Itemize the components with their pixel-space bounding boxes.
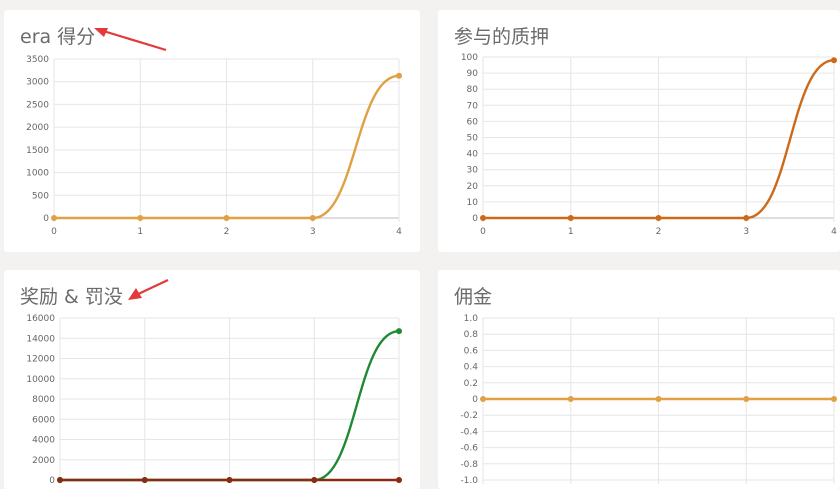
y-tick-label: 80 <box>467 85 479 95</box>
data-point <box>396 477 402 483</box>
chart-staked: 0 10 20 30 40 50 60 70 80 90 100 0 1 2 3 4 <box>461 53 837 237</box>
y-tick-label: 0 <box>43 214 49 224</box>
y-tick-label: 0.6 <box>464 346 479 356</box>
x-tick-label: 2 <box>656 227 662 237</box>
y-tick-label: 3000 <box>26 78 49 88</box>
data-point <box>396 72 402 79</box>
data-point <box>480 215 486 221</box>
x-tick-label: 3 <box>310 227 316 237</box>
y-tick-label: 1500 <box>26 146 49 156</box>
data-point <box>396 328 402 335</box>
y-tick-label: -0.6 <box>460 444 478 454</box>
data-point <box>137 215 144 221</box>
y-tick-label: 60 <box>467 117 479 127</box>
y-tick-label: 0 <box>472 214 478 224</box>
data-point <box>567 396 574 402</box>
y-tick-label: 0 <box>49 476 55 486</box>
data-point <box>743 396 750 402</box>
y-tick-label: 16000 <box>26 314 55 324</box>
y-tick-label: 50 <box>467 134 479 144</box>
y-tick-label: 30 <box>467 166 479 176</box>
y-tick-label: 12000 <box>26 355 55 365</box>
x-tick-label: 4 <box>396 227 402 237</box>
y-tick-label: 2000 <box>26 123 49 133</box>
x-tick-label: 1 <box>137 227 143 237</box>
chart-era-score: 0 500 1000 1500 2000 2500 3000 3500 0 1 2 3 4 <box>26 55 402 237</box>
y-tick-label: -0.2 <box>460 411 478 421</box>
y-tick-label: -0.4 <box>460 427 478 437</box>
y-tick-label: 20 <box>467 182 479 192</box>
data-point <box>743 215 750 221</box>
x-tick-label: 4 <box>831 227 837 237</box>
y-tick-label: 3500 <box>26 55 49 65</box>
y-tick-label: 0.4 <box>464 363 479 373</box>
data-point <box>311 477 318 483</box>
y-tick-label: -1.0 <box>460 476 478 486</box>
data-point <box>655 215 662 221</box>
y-tick-label: 70 <box>467 101 479 111</box>
x-tick-label: 1 <box>568 227 574 237</box>
x-tick-label: 0 <box>51 227 57 237</box>
x-tick-label: 2 <box>224 227 230 237</box>
y-tick-label: 100 <box>461 53 478 63</box>
data-point <box>831 57 837 64</box>
data-point <box>567 215 574 221</box>
y-tick-label: 10000 <box>26 375 55 385</box>
y-tick-label: 0.2 <box>464 379 478 389</box>
y-tick-label: 90 <box>467 69 479 79</box>
y-tick-label: 1000 <box>26 169 49 179</box>
y-tick-label: 500 <box>32 191 49 201</box>
panel-staked: 参与的质押 0 10 20 30 40 50 60 70 80 90 100 0 1 2 3 4 <box>438 10 840 252</box>
data-point <box>223 215 230 221</box>
data-point <box>831 396 837 402</box>
chart-commission: 1.0 0.8 0.6 0.4 0.2 0 -0.2 -0.4 -0.6 -0.8 -1.0 <box>460 314 837 486</box>
y-tick-label: 2500 <box>26 100 49 110</box>
y-tick-label: 0 <box>472 395 478 405</box>
y-tick-label: -0.8 <box>460 460 478 470</box>
data-point <box>226 477 233 483</box>
y-tick-label: 6000 <box>32 415 55 425</box>
panel-rewards-slashes: 奖励 & 罚没 0 2000 4000 6000 8000 10000 12000 14000… <box>4 270 420 489</box>
data-point <box>141 477 148 483</box>
panel-era-score: era 得分 0 500 1000 1500 2000 2500 3000 3500 0 1 2 3 4 <box>4 10 420 252</box>
data-point <box>51 215 57 221</box>
y-tick-label: 14000 <box>26 334 55 344</box>
panel-commission: 佣金 1.0 0.8 0.6 0.4 0.2 0 -0.2 -0.4 -0.6 -0.8 -1.0 <box>438 270 840 489</box>
y-tick-label: 8000 <box>32 395 55 405</box>
data-point <box>655 396 662 402</box>
x-tick-label: 0 <box>480 227 486 237</box>
y-tick-label: 4000 <box>32 436 55 446</box>
x-tick-label: 3 <box>743 227 749 237</box>
data-point <box>57 477 63 483</box>
y-tick-label: 0.8 <box>464 330 479 340</box>
y-tick-label: 1.0 <box>464 314 479 324</box>
y-tick-label: 10 <box>467 198 479 208</box>
data-point <box>480 396 486 402</box>
y-tick-label: 40 <box>467 150 479 160</box>
y-tick-label: 2000 <box>32 456 55 466</box>
chart-rewards-slashes: 0 2000 4000 6000 8000 10000 12000 14000 16000 <box>26 314 402 486</box>
data-point <box>309 215 316 221</box>
